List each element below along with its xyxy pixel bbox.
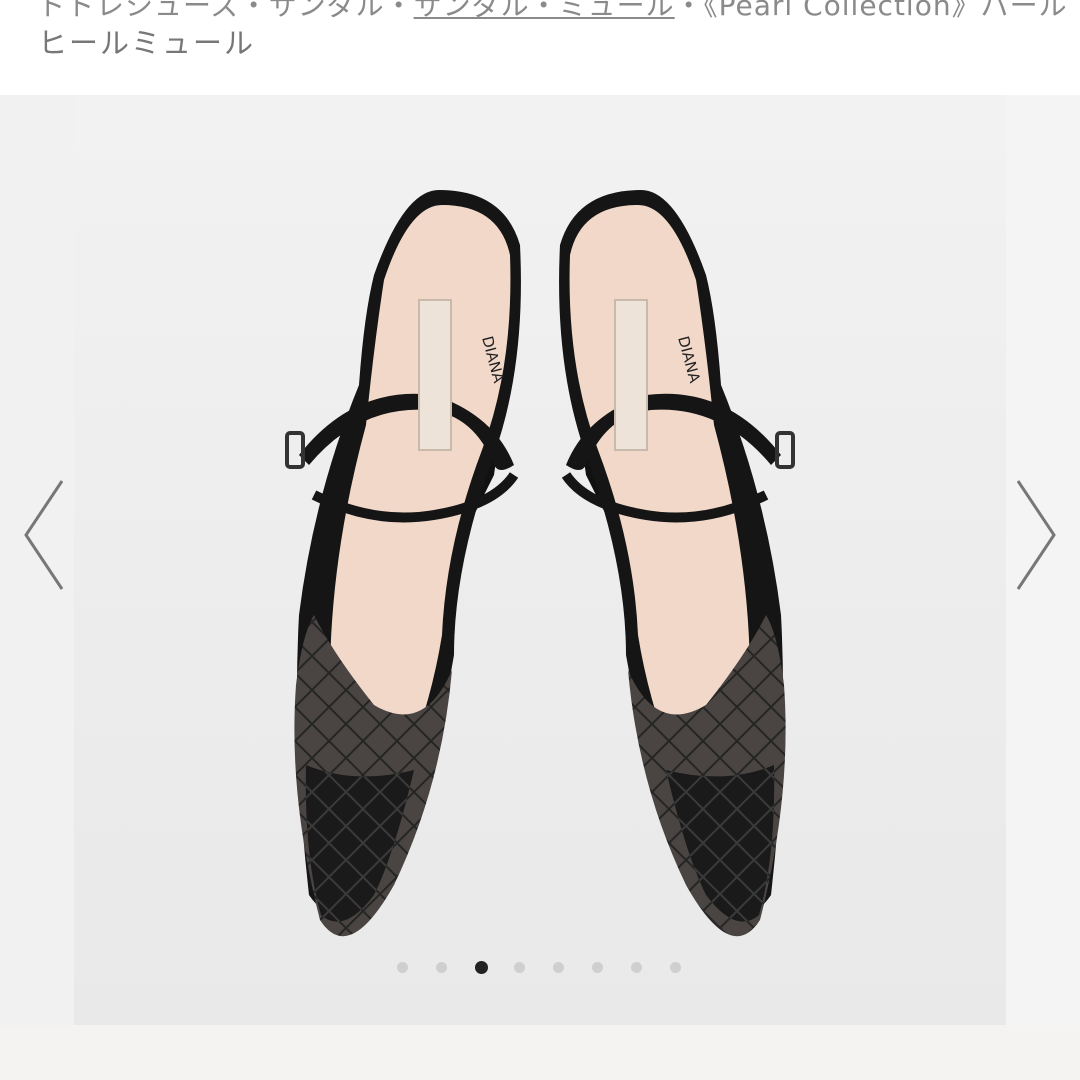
breadcrumb-prefix: ドドレシューズ・サンダル・ [38,0,414,22]
left-shoe: DIANA [285,190,521,937]
footer-strip [0,1025,1080,1080]
mule-shoes-image: DIANA DIANA [285,190,795,937]
next-image-button[interactable] [1002,475,1062,595]
carousel-dot[interactable] [592,962,603,973]
product-image-carousel[interactable]: DIANA DIANA [0,95,1080,1025]
previous-image-button[interactable] [18,475,78,595]
carousel-dot[interactable] [436,962,447,973]
carousel-dot[interactable] [397,962,408,973]
product-photo: DIANA DIANA [74,95,1006,1025]
right-shoe: DIANA [559,190,795,937]
breadcrumb-suffix: ・《Pearl Collection》パール [674,0,1068,22]
carousel-dot[interactable] [475,961,488,974]
breadcrumb-link-sandals[interactable]: サンダル・ミュール [414,0,675,22]
carousel-dot[interactable] [553,962,564,973]
carousel-dot[interactable] [514,962,525,973]
chevron-right-icon [1016,480,1056,590]
chevron-left-icon [24,480,64,590]
carousel-dot[interactable] [631,962,642,973]
carousel-dot[interactable] [670,962,681,973]
carousel-pagination [0,961,1080,974]
product-title: ヒールミュール [38,26,256,60]
